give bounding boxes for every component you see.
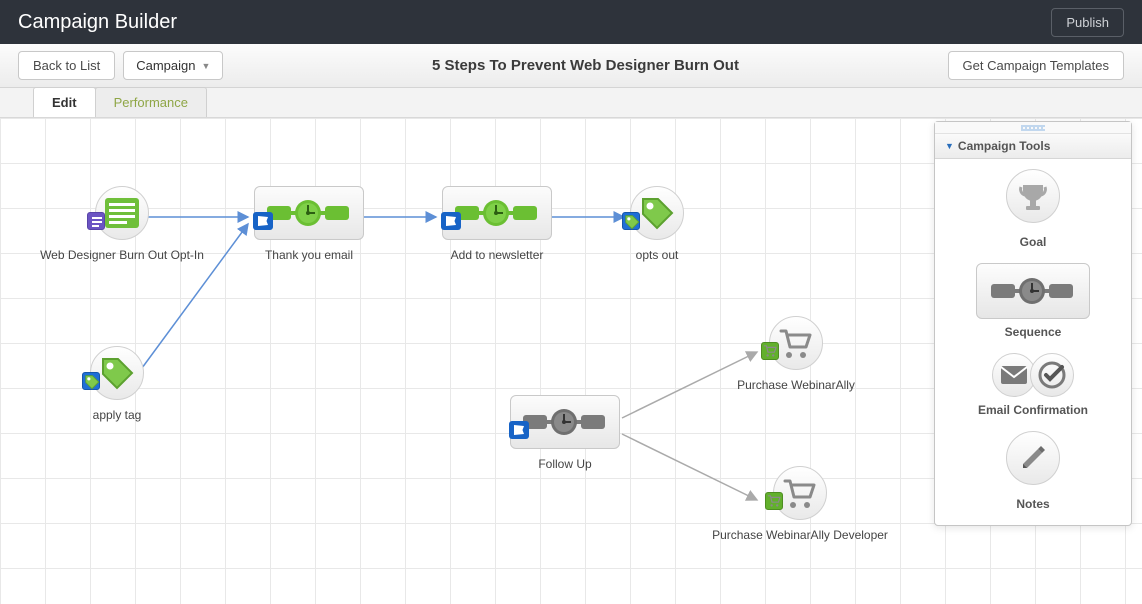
tab-edit[interactable]: Edit (33, 87, 96, 117)
goal-badge-icon (82, 372, 100, 390)
node-purchase2-goal[interactable]: Purchase WebinarAlly Developer (690, 466, 910, 542)
node-label: Purchase WebinarAlly Developer (712, 528, 888, 542)
node-thankyou-sequence[interactable]: Thank you email (244, 186, 374, 262)
tools-panel-body: Goal Sequence Email Confirmation (935, 159, 1131, 525)
flag-badge-icon (441, 212, 461, 230)
panel-grip[interactable] (935, 122, 1131, 134)
flag-badge-icon (509, 421, 529, 439)
toolbar: Back to List Campaign ▼ 5 Steps To Preve… (0, 44, 1142, 88)
flag-badge-icon (253, 212, 273, 230)
node-optsout-goal[interactable]: opts out (612, 186, 702, 262)
pencil-icon (1006, 431, 1060, 485)
node-optin-goal[interactable]: Web Designer Burn Out Opt-In (32, 186, 212, 262)
node-label: Add to newsletter (451, 248, 544, 262)
tool-label: Goal (1020, 235, 1047, 249)
app-header: Campaign Builder Publish (0, 0, 1142, 44)
node-followup-sequence[interactable]: Follow Up (500, 395, 630, 471)
sequence-icon (976, 263, 1090, 319)
node-purchase1-goal[interactable]: Purchase WebinarAlly (716, 316, 876, 392)
campaign-selector-label: Campaign (136, 58, 195, 73)
tools-panel-title: Campaign Tools (958, 139, 1050, 153)
tool-notes[interactable]: Notes (1006, 431, 1060, 511)
tool-label: Email Confirmation (978, 403, 1088, 417)
node-newsletter-sequence[interactable]: Add to newsletter (432, 186, 562, 262)
goal-badge-icon (622, 212, 640, 230)
goal-badge-icon (761, 342, 779, 360)
tool-email-confirmation[interactable]: Email Confirmation (978, 353, 1088, 417)
get-templates-button[interactable]: Get Campaign Templates (948, 51, 1124, 80)
tool-label: Notes (1016, 497, 1049, 511)
publish-button[interactable]: Publish (1051, 8, 1124, 37)
back-to-list-button[interactable]: Back to List (18, 51, 115, 80)
campaign-tools-panel[interactable]: ▼ Campaign Tools Goal Sequence (934, 121, 1132, 526)
goal-badge-icon (765, 492, 783, 510)
campaign-selector[interactable]: Campaign ▼ (123, 51, 223, 80)
node-label: Web Designer Burn Out Opt-In (40, 248, 204, 262)
node-label: apply tag (93, 408, 142, 422)
collapse-triangle-icon: ▼ (945, 141, 954, 151)
tools-panel-header[interactable]: ▼ Campaign Tools (935, 134, 1131, 159)
goal-badge-icon (87, 212, 105, 230)
tool-label: Sequence (1005, 325, 1062, 339)
node-label: Follow Up (538, 457, 591, 471)
tool-sequence[interactable]: Sequence (976, 263, 1090, 339)
node-label: opts out (636, 248, 679, 262)
tool-goal[interactable]: Goal (1006, 169, 1060, 249)
tab-performance[interactable]: Performance (95, 87, 207, 117)
node-label: Thank you email (265, 248, 353, 262)
caret-down-icon: ▼ (201, 61, 210, 71)
trophy-icon (1006, 169, 1060, 223)
campaign-title: 5 Steps To Prevent Web Designer Burn Out (231, 57, 939, 74)
app-title: Campaign Builder (18, 11, 1051, 34)
checkmark-icon (1030, 353, 1074, 397)
campaign-canvas[interactable]: Web Designer Burn Out Opt-In Thank you e… (0, 118, 1142, 604)
tab-row: Edit Performance (0, 88, 1142, 118)
node-applytag-goal[interactable]: apply tag (72, 346, 162, 422)
node-label: Purchase WebinarAlly (737, 378, 855, 392)
